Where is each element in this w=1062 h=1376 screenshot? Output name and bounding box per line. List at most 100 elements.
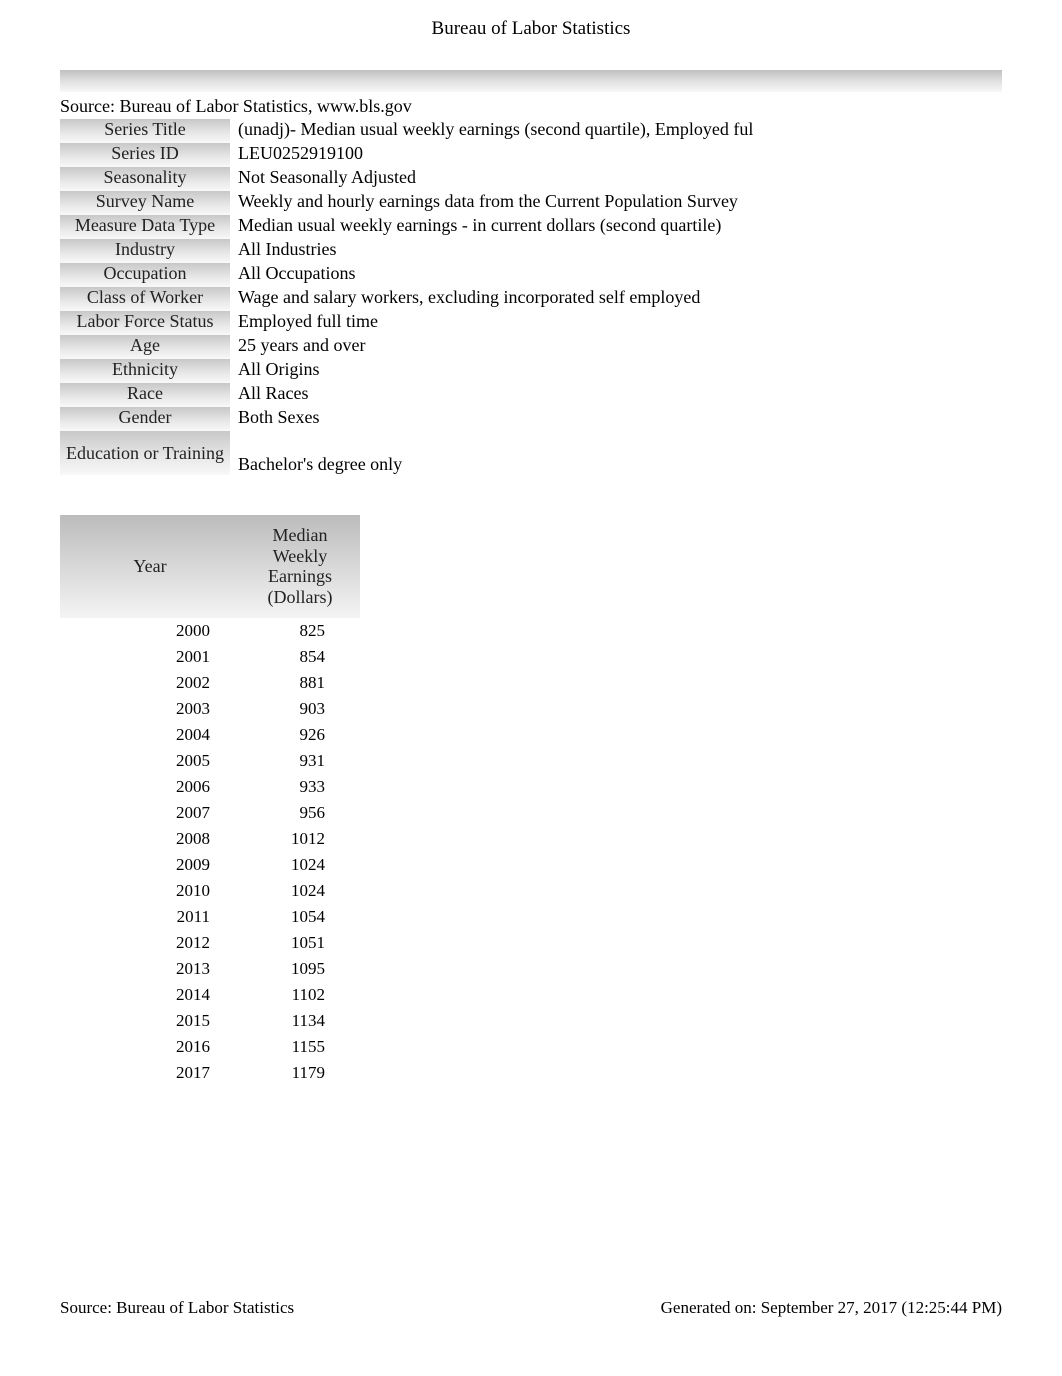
year-cell: 2010 [60,878,240,904]
earnings-cell: 933 [240,774,360,800]
metadata-value: All Industries [230,239,753,263]
table-row: 20091024 [60,852,360,878]
table-row: 20111054 [60,904,360,930]
table-row: 2007956 [60,800,360,826]
metadata-label: Series Title [60,119,230,143]
footer-source: Source: Bureau of Labor Statistics [60,1298,294,1318]
year-cell: 2004 [60,722,240,748]
metadata-row: Class of WorkerWage and salary workers, … [60,287,753,311]
metadata-label: Series ID [60,143,230,167]
year-cell: 2008 [60,826,240,852]
metadata-row: Survey NameWeekly and hourly earnings da… [60,191,753,215]
table-row: 2005931 [60,748,360,774]
table-row: 2002881 [60,670,360,696]
col-header-earnings: MedianWeeklyEarnings(Dollars) [240,515,360,618]
metadata-label: Class of Worker [60,287,230,311]
earnings-cell: 825 [240,618,360,644]
earnings-cell: 1051 [240,930,360,956]
metadata-row: GenderBoth Sexes [60,407,753,431]
metadata-value: Weekly and hourly earnings data from the… [230,191,753,215]
metadata-row: Labor Force StatusEmployed full time [60,311,753,335]
metadata-label: Labor Force Status [60,311,230,335]
earnings-cell: 881 [240,670,360,696]
table-row: 20151134 [60,1008,360,1034]
metadata-label: Ethnicity [60,359,230,383]
earnings-cell: 956 [240,800,360,826]
table-row: 2000825 [60,618,360,644]
metadata-row: Measure Data TypeMedian usual weekly ear… [60,215,753,239]
footer-generated: Generated on: September 27, 2017 (12:25:… [661,1298,1002,1318]
table-row: 20171179 [60,1060,360,1086]
metadata-label: Race [60,383,230,407]
metadata-value: LEU0252919100 [230,143,753,167]
metadata-value: All Origins [230,359,753,383]
metadata-value: (unadj)- Median usual weekly earnings (s… [230,119,753,143]
year-cell: 2006 [60,774,240,800]
earnings-cell: 1012 [240,826,360,852]
metadata-label: Measure Data Type [60,215,230,239]
table-row: 20141102 [60,982,360,1008]
year-cell: 2007 [60,800,240,826]
earnings-cell: 1095 [240,956,360,982]
earnings-cell: 1134 [240,1008,360,1034]
metadata-label: Gender [60,407,230,431]
metadata-label: Age [60,335,230,359]
metadata-label: Seasonality [60,167,230,191]
year-cell: 2001 [60,644,240,670]
table-row: 20081012 [60,826,360,852]
table-row: 2004926 [60,722,360,748]
footer: Source: Bureau of Labor Statistics Gener… [0,1298,1062,1318]
metadata-label: Education or Training [60,431,230,475]
metadata-row: OccupationAll Occupations [60,263,753,287]
metadata-label: Survey Name [60,191,230,215]
col-header-year: Year [60,515,240,618]
earnings-cell: 931 [240,748,360,774]
metadata-value: All Races [230,383,753,407]
metadata-value: Not Seasonally Adjusted [230,167,753,191]
earnings-cell: 903 [240,696,360,722]
year-cell: 2000 [60,618,240,644]
earnings-cell: 1155 [240,1034,360,1060]
table-row: 20161155 [60,1034,360,1060]
earnings-cell: 1024 [240,878,360,904]
year-cell: 2002 [60,670,240,696]
metadata-value: All Occupations [230,263,753,287]
metadata-value: Wage and salary workers, excluding incor… [230,287,753,311]
table-row: 2006933 [60,774,360,800]
earnings-cell: 1102 [240,982,360,1008]
metadata-label: Occupation [60,263,230,287]
metadata-row: Education or TrainingBachelor's degree o… [60,431,753,475]
data-table: Year MedianWeeklyEarnings(Dollars) 20008… [60,515,360,1086]
metadata-row: IndustryAll Industries [60,239,753,263]
metadata-label: Industry [60,239,230,263]
metadata-value: 25 years and over [230,335,753,359]
year-cell: 2012 [60,930,240,956]
year-cell: 2015 [60,1008,240,1034]
earnings-cell: 1054 [240,904,360,930]
metadata-value: Both Sexes [230,407,753,431]
metadata-row: Series Title(unadj)- Median usual weekly… [60,119,753,143]
source-line: Source: Bureau of Labor Statistics, www.… [60,96,1062,117]
year-cell: 2003 [60,696,240,722]
metadata-row: SeasonalityNot Seasonally Adjusted [60,167,753,191]
year-cell: 2013 [60,956,240,982]
table-row: 2001854 [60,644,360,670]
metadata-value: Bachelor's degree only [230,431,753,475]
metadata-row: RaceAll Races [60,383,753,407]
metadata-value: Employed full time [230,311,753,335]
divider-bar [60,70,1002,92]
year-cell: 2009 [60,852,240,878]
metadata-row: Age25 years and over [60,335,753,359]
metadata-table: Series Title(unadj)- Median usual weekly… [60,119,753,475]
page-title: Bureau of Labor Statistics [0,0,1062,70]
year-cell: 2011 [60,904,240,930]
metadata-row: Series IDLEU0252919100 [60,143,753,167]
year-cell: 2005 [60,748,240,774]
year-cell: 2017 [60,1060,240,1086]
earnings-cell: 1024 [240,852,360,878]
table-row: 20121051 [60,930,360,956]
table-row: 2003903 [60,696,360,722]
metadata-value: Median usual weekly earnings - in curren… [230,215,753,239]
earnings-cell: 1179 [240,1060,360,1086]
metadata-row: EthnicityAll Origins [60,359,753,383]
